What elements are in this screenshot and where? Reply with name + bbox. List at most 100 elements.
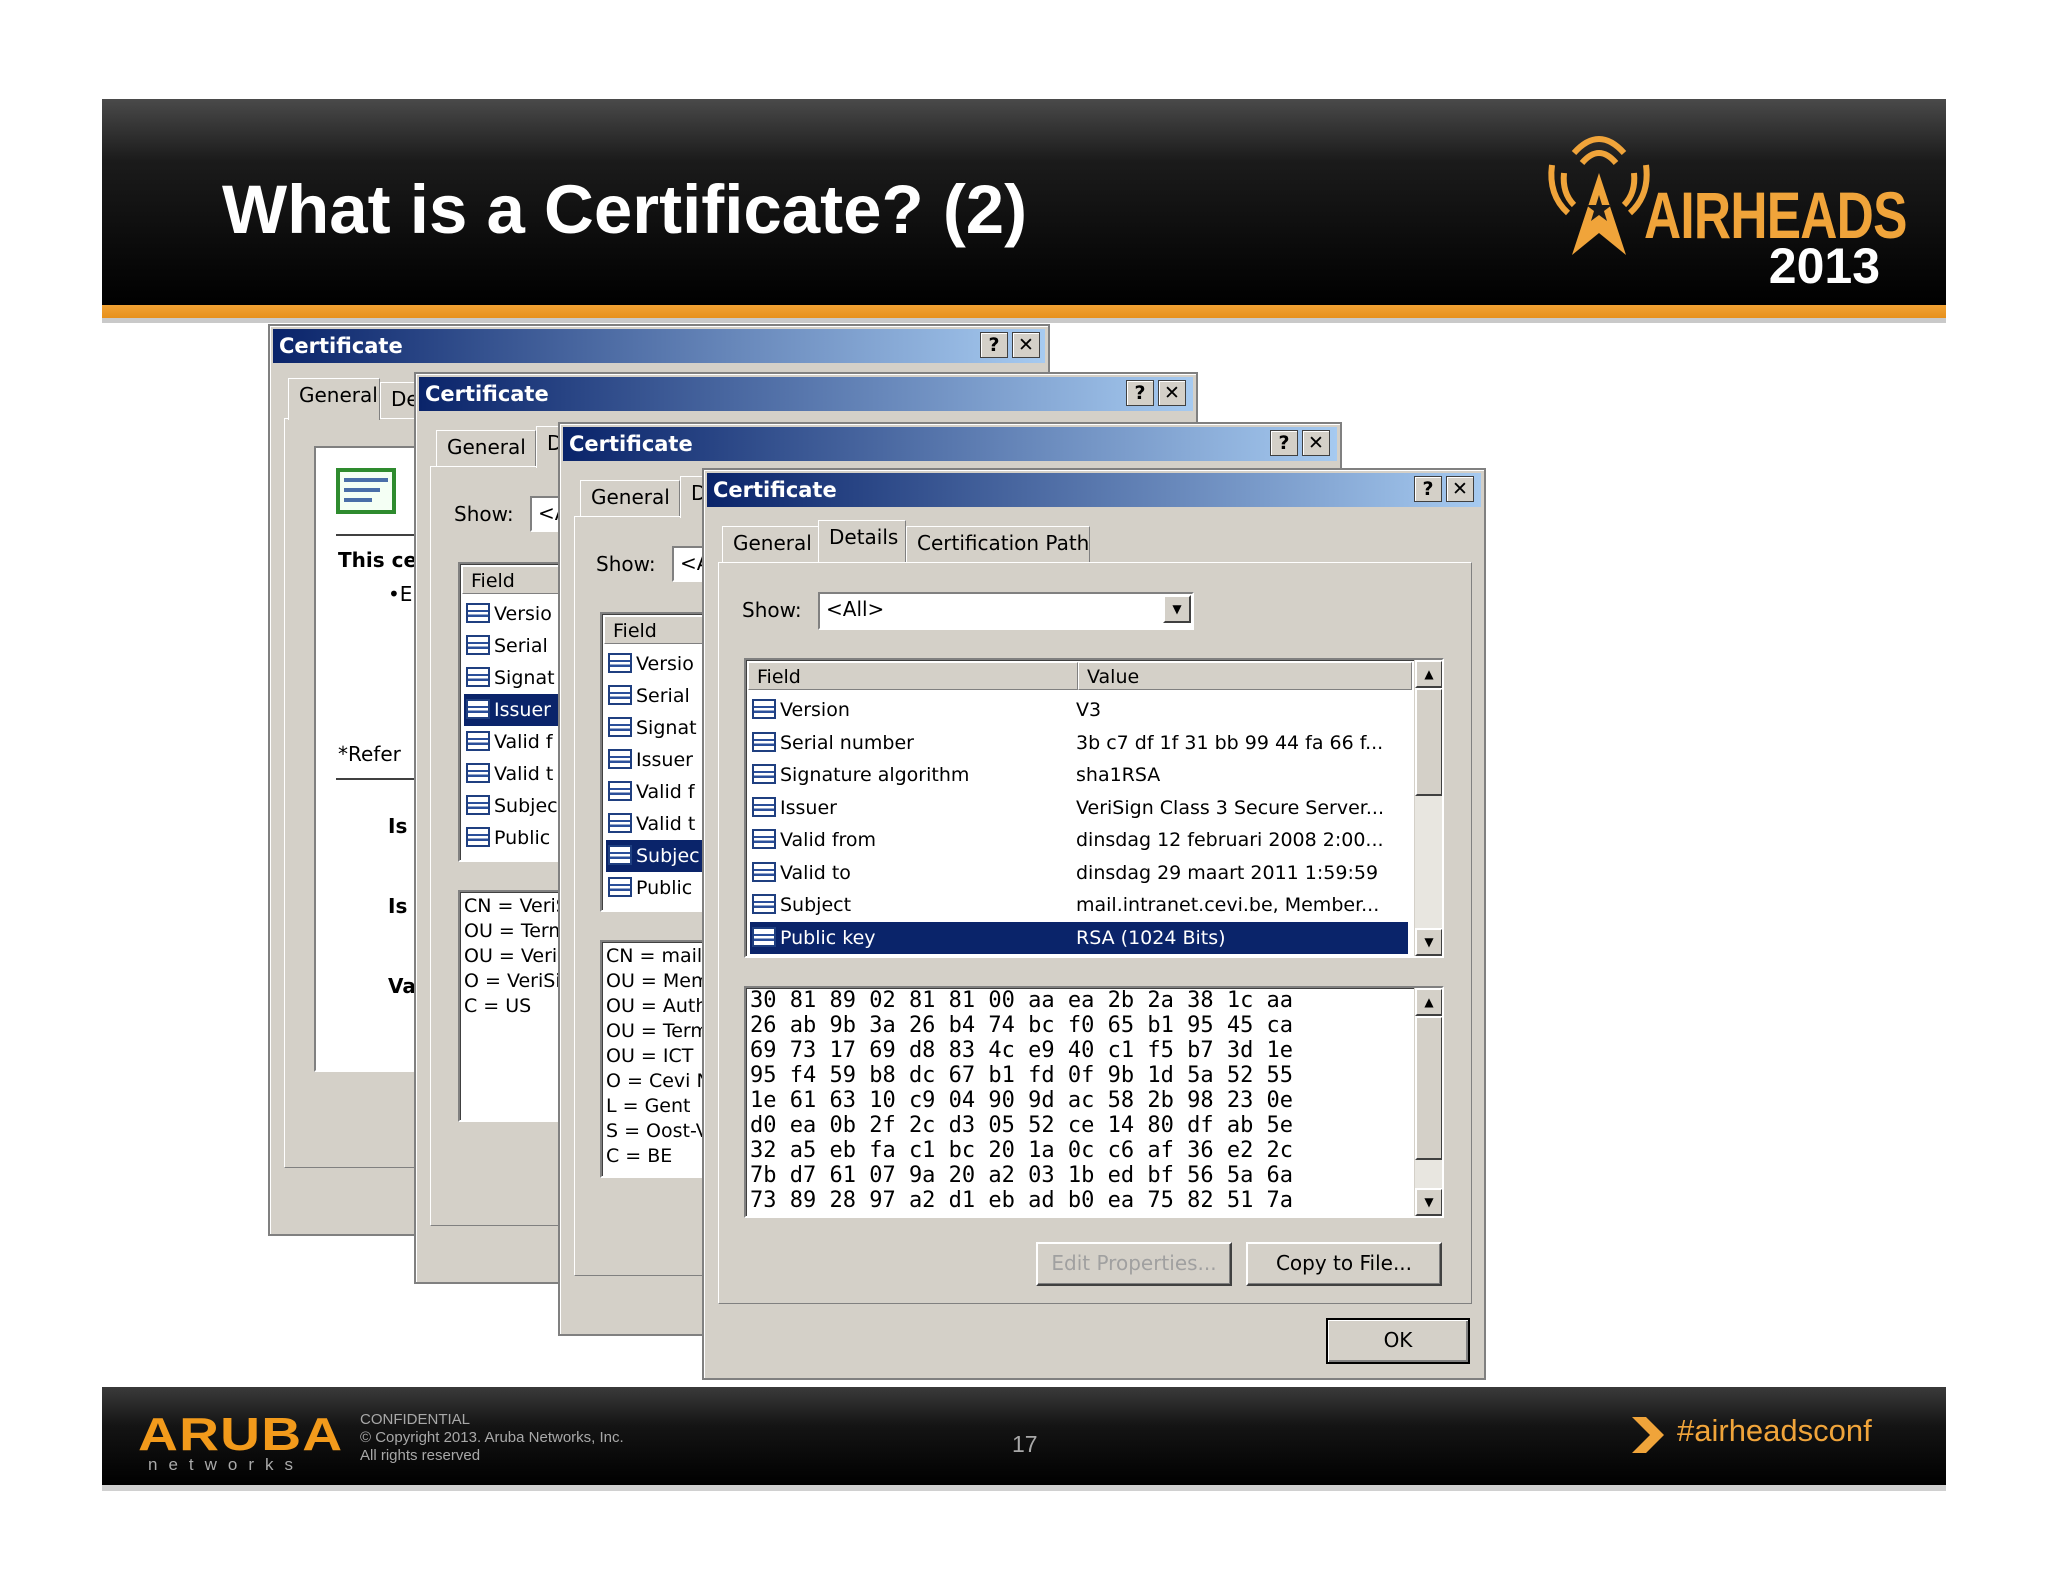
scroll-up-button[interactable]: ▲ bbox=[1415, 660, 1442, 688]
list-item-label: Serial bbox=[494, 635, 548, 657]
hashtag: #airheadsconf bbox=[1677, 1413, 1872, 1448]
close-button[interactable]: ✕ bbox=[1158, 380, 1186, 406]
scroll-down-button[interactable]: ▼ bbox=[1415, 1188, 1442, 1216]
value-column-header[interactable]: Value bbox=[1078, 662, 1412, 690]
scroll-down-button[interactable]: ▼ bbox=[1415, 928, 1442, 956]
list-item-label: Signat bbox=[636, 717, 697, 739]
field-cell: Issuer bbox=[780, 796, 837, 819]
field-cell: Public key bbox=[780, 926, 876, 949]
refer-note: *Refer bbox=[338, 742, 401, 766]
value-cell: dinsdag 12 februari 2008 2:00... bbox=[1076, 829, 1384, 851]
table-row[interactable]: Valid to dinsdag 29 maart 2011 1:59:59 bbox=[750, 857, 1408, 889]
certificate-field-icon bbox=[752, 926, 776, 947]
value-cell: dinsdag 29 maart 2011 1:59:59 bbox=[1076, 861, 1379, 884]
tab-details[interactable]: Details bbox=[818, 520, 906, 562]
list-item-label: Valid f bbox=[636, 781, 695, 803]
certificate-field-icon bbox=[608, 685, 632, 705]
copy-to-file-button[interactable]: Copy to File... bbox=[1246, 1242, 1442, 1286]
certificate-field-icon bbox=[608, 717, 632, 737]
certificate-field-icon bbox=[608, 813, 632, 833]
tab-general[interactable]: General bbox=[580, 480, 680, 516]
value-cell: RSA (1024 Bits) bbox=[1076, 926, 1226, 949]
table-row[interactable]: Signature algorithm sha1RSA bbox=[750, 759, 1408, 791]
certificate-field-icon bbox=[608, 749, 632, 769]
antenna-icon bbox=[1548, 136, 1650, 255]
certificate-field-icon bbox=[466, 635, 490, 655]
tab-general[interactable]: General bbox=[436, 430, 536, 466]
certificate-field-icon bbox=[466, 827, 490, 847]
dialog-titlebar: Certificate bbox=[419, 377, 1193, 411]
field-cell: Valid from bbox=[780, 829, 877, 851]
certificate-field-icon bbox=[608, 845, 632, 865]
value-cell: mail.intranet.cevi.be, Member... bbox=[1076, 894, 1380, 916]
table-row[interactable]: Version V3 bbox=[750, 694, 1408, 726]
certificate-field-icon bbox=[466, 699, 490, 719]
tab-certification-path[interactable]: Certification Path bbox=[906, 526, 1090, 562]
show-dropdown-value: <All> bbox=[826, 597, 885, 621]
list-item-label: Subjec bbox=[636, 845, 700, 867]
value-line: C = BE bbox=[606, 1145, 673, 1167]
issued-by-label: Is bbox=[388, 894, 408, 918]
certificate-field-icon bbox=[466, 667, 490, 687]
field-value-list[interactable]: Field Value Version V3 Serial number 3b c7 … bbox=[744, 658, 1444, 958]
help-button[interactable]: ? bbox=[1270, 430, 1298, 456]
list-item-label: Versio bbox=[494, 603, 552, 625]
show-label: Show: bbox=[454, 502, 514, 526]
table-row[interactable]: Subject mail.intranet.cevi.be, Member... bbox=[750, 889, 1408, 921]
tab-general[interactable]: General bbox=[722, 526, 822, 562]
certificate-field-icon bbox=[466, 731, 490, 751]
hex-line: d0 ea 0b 2f 2c d3 05 52 ce 14 80 df ab 5… bbox=[750, 1113, 1294, 1138]
chevron-down-icon[interactable]: ▼ bbox=[1163, 595, 1191, 623]
edit-properties-button[interactable]: Edit Properties... bbox=[1036, 1242, 1232, 1286]
scroll-thumb[interactable] bbox=[1415, 688, 1442, 796]
tab-general[interactable]: General bbox=[288, 378, 380, 420]
field-cell: Serial number bbox=[780, 731, 914, 754]
logo-year: 2013 bbox=[1768, 238, 1880, 294]
airheads-logo: AIRHEADS 2013 bbox=[1544, 125, 1907, 295]
page-number: 17 bbox=[1012, 1431, 1038, 1457]
field-column-header[interactable]: Field bbox=[748, 662, 1078, 690]
value-line: OU = VeriS bbox=[464, 945, 570, 967]
certificate-field-icon bbox=[752, 829, 776, 849]
close-button[interactable]: ✕ bbox=[1012, 332, 1040, 358]
value-line: O = Cevi N bbox=[606, 1070, 711, 1092]
aruba-logo-sub: networks bbox=[148, 1455, 305, 1474]
table-row[interactable]: Issuer VeriSign Class 3 Secure Server... bbox=[750, 792, 1408, 824]
value-line: O = VeriSig bbox=[464, 970, 573, 992]
help-button[interactable]: ? bbox=[1126, 380, 1154, 406]
list-scrollbar[interactable]: ▲ ▼ bbox=[1414, 660, 1442, 956]
scroll-up-button[interactable]: ▲ bbox=[1415, 988, 1442, 1016]
scroll-thumb[interactable] bbox=[1415, 1016, 1442, 1160]
ok-button[interactable]: OK bbox=[1326, 1318, 1470, 1364]
certificate-field-icon bbox=[466, 763, 490, 783]
hex-value-box[interactable]: 30 81 89 02 81 81 00 aa ea 2b 2a 38 1c a… bbox=[744, 986, 1444, 1218]
help-button[interactable]: ? bbox=[980, 332, 1008, 358]
field-cell: Signature algorithm bbox=[780, 764, 970, 786]
table-row[interactable]: Valid from dinsdag 12 februari 2008 2:00.… bbox=[750, 824, 1408, 856]
value-cell: sha1RSA bbox=[1076, 764, 1161, 786]
show-dropdown[interactable]: <All> ▼ bbox=[818, 592, 1194, 630]
certificate-field-icon bbox=[608, 781, 632, 801]
certificate-field-icon bbox=[752, 731, 776, 752]
close-button[interactable]: ✕ bbox=[1446, 476, 1474, 502]
hex-scrollbar[interactable]: ▲ ▼ bbox=[1414, 988, 1442, 1216]
list-item-label: Valid t bbox=[636, 813, 696, 835]
close-button[interactable]: ✕ bbox=[1302, 430, 1330, 456]
value-cell: VeriSign Class 3 Secure Server... bbox=[1076, 796, 1384, 819]
table-row[interactable]: Public key RSA (1024 Bits) bbox=[750, 921, 1408, 954]
value-line: OU = Auth bbox=[606, 995, 708, 1017]
list-item-label: Valid f bbox=[494, 731, 553, 753]
hex-line: 30 81 89 02 81 81 00 aa ea 2b 2a 38 1c a… bbox=[750, 988, 1294, 1013]
list-item-label: Issuer bbox=[494, 699, 551, 721]
list-item-label: Issuer bbox=[636, 749, 693, 771]
certificate-field-icon bbox=[752, 764, 776, 784]
table-row[interactable]: Serial number 3b c7 df 1f 31 bb 99 44 fa … bbox=[750, 727, 1408, 759]
value-line: OU = Term bbox=[606, 1020, 709, 1042]
certificate-icon bbox=[336, 468, 396, 514]
field-cell: Valid to bbox=[780, 861, 851, 884]
dialog-titlebar: Certificate bbox=[273, 329, 1045, 363]
list-item-label: Public bbox=[494, 827, 551, 849]
header-shadow bbox=[102, 318, 1946, 323]
list-item-label: Subjec bbox=[494, 795, 558, 817]
help-button[interactable]: ? bbox=[1414, 476, 1442, 502]
